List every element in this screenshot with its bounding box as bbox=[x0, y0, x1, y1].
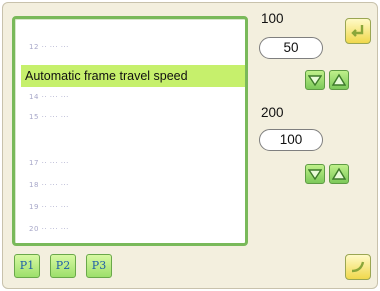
list-item[interactable]: 18 ·· ··· ··· bbox=[29, 181, 69, 193]
list-item[interactable]: 14 ·· ··· ··· bbox=[29, 93, 69, 105]
list-item[interactable]: 19 ·· ··· ··· bbox=[29, 203, 69, 215]
max-value-label: 100 bbox=[261, 11, 284, 26]
enter-icon bbox=[351, 25, 364, 37]
list-item-selected[interactable]: Automatic frame travel speed bbox=[21, 65, 245, 87]
decrease-button[interactable] bbox=[305, 70, 325, 90]
return-button[interactable] bbox=[345, 254, 371, 280]
increase-button[interactable] bbox=[329, 164, 349, 184]
value-field[interactable]: 50 bbox=[259, 37, 323, 59]
return-icon bbox=[351, 261, 365, 273]
arrow-down-icon bbox=[308, 75, 322, 87]
decrease-button[interactable] bbox=[305, 164, 325, 184]
page-p1-button[interactable]: P1 bbox=[14, 254, 40, 278]
arrow-up-icon bbox=[332, 167, 346, 180]
list-item[interactable]: 15 ·· ··· ··· bbox=[29, 113, 69, 125]
parameter-list[interactable]: 12 ·· ··· ··· Automatic frame travel spe… bbox=[12, 16, 248, 246]
page-p3-button[interactable]: P3 bbox=[86, 254, 112, 278]
list-item[interactable]: 20 ·· ··· ··· bbox=[29, 225, 69, 237]
increase-button[interactable] bbox=[329, 70, 349, 90]
arrow-down-icon bbox=[308, 169, 322, 181]
arrow-up-icon bbox=[332, 73, 346, 86]
max-value-label: 200 bbox=[261, 105, 284, 120]
enter-button[interactable] bbox=[345, 18, 371, 44]
value-field[interactable]: 100 bbox=[259, 129, 323, 151]
list-item[interactable]: 17 ·· ··· ··· bbox=[29, 159, 69, 171]
page-p2-button[interactable]: P2 bbox=[50, 254, 76, 278]
list-item[interactable]: 12 ·· ··· ··· bbox=[29, 43, 69, 55]
